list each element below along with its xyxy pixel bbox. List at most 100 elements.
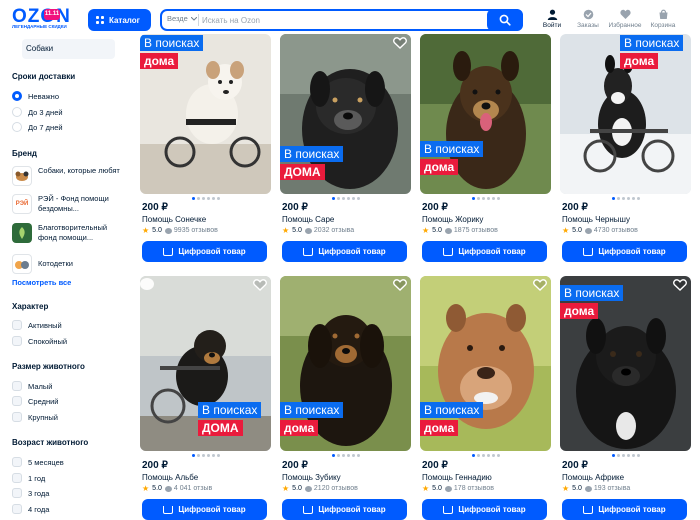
brand-item[interactable]: Котодетки (12, 254, 122, 274)
digital-product-button[interactable]: Цифровой товар (422, 241, 547, 262)
product-price: 200 ₽ (142, 202, 168, 213)
product-image[interactable]: В поисках дома (140, 34, 271, 194)
product-name[interactable]: Помощь Саре (282, 215, 334, 224)
character-option[interactable]: Активный (12, 320, 62, 330)
banner-line2: ДОМА (198, 420, 243, 436)
delivery-option-7days[interactable]: До 7 дней (12, 122, 63, 132)
reviews: 1875 отзывов (444, 227, 498, 234)
see-all-brands-link[interactable]: Посмотреть все (12, 278, 71, 287)
product-image[interactable]: В поисках дома (560, 276, 691, 451)
star-icon: ★ (562, 226, 570, 235)
search-button[interactable] (487, 9, 523, 31)
delivery-option-any[interactable]: Неважно (12, 91, 59, 101)
digital-product-button[interactable]: Цифровой товар (142, 499, 267, 520)
product-name[interactable]: Помощь Сонечке (142, 215, 206, 224)
heart-icon[interactable] (393, 279, 407, 291)
brand-item[interactable]: Собаки, которые любят (12, 166, 122, 186)
radio[interactable] (12, 122, 22, 132)
product-name[interactable]: Помощь Зубику (282, 473, 341, 482)
checkbox[interactable] (12, 457, 22, 467)
basket-icon (303, 505, 314, 514)
nav-orders[interactable]: Заказы (571, 9, 605, 29)
product-name[interactable]: Помощь Африке (562, 473, 624, 482)
logo-subtitle: ЛЕГЕНДАРНЫЕ СКИДКИ (12, 24, 67, 29)
product-image[interactable]: В поисках дома (420, 34, 551, 194)
product-image[interactable]: В поисках дома (280, 276, 411, 451)
banner-line2: дома (420, 420, 459, 436)
banner-line2: дома (280, 420, 319, 436)
product-image[interactable]: В поисках дома (560, 34, 691, 194)
product-name[interactable]: Помощь Жорику (422, 215, 483, 224)
heart-icon[interactable] (533, 279, 547, 291)
reviews-count: 2032 отзыва (313, 227, 355, 234)
checkbox[interactable] (12, 488, 22, 498)
nav-cart[interactable]: Корзина (646, 9, 680, 29)
digital-product-button[interactable]: Цифровой товар (422, 499, 547, 520)
age-option[interactable]: 1 год (12, 473, 45, 483)
age-option[interactable]: 3 года (12, 488, 49, 498)
search-scope-select[interactable]: Везде (167, 14, 197, 23)
character-option-label: Спокойный (28, 336, 68, 346)
reviews-count: 1875 отзывов (453, 227, 498, 234)
digital-product-button[interactable]: Цифровой товар (142, 241, 267, 262)
reviews: 178 отзывов (444, 485, 494, 492)
category-field[interactable]: Собаки (22, 39, 115, 59)
age-option-label: 3 года (28, 488, 50, 498)
brand-label: РЭЙ - Фонд помощи бездомны... (38, 194, 109, 213)
delivery-option-label: Неважно (28, 91, 59, 101)
checkbox[interactable] (12, 412, 22, 422)
image-carousel-dots (140, 197, 271, 201)
reviews: 2120 отзывов (304, 485, 358, 492)
checkbox[interactable] (12, 504, 22, 514)
checkbox[interactable] (12, 381, 22, 391)
search-input[interactable] (202, 12, 442, 28)
nav-favorites[interactable]: Избранное (608, 9, 642, 29)
reviews: 4 041 отзыв (164, 485, 212, 492)
product-image[interactable]: В поисках ДОМА (280, 34, 411, 194)
heart-icon[interactable] (673, 279, 687, 291)
checkbox[interactable] (12, 336, 22, 346)
size-option[interactable]: Малый (12, 381, 52, 391)
digital-product-button[interactable]: Цифровой товар (282, 499, 407, 520)
heart-icon[interactable] (253, 279, 267, 291)
chevron-down-icon (190, 16, 197, 21)
product-name[interactable]: Помощь Геннадию (422, 473, 492, 482)
size-option[interactable]: Крупный (12, 412, 58, 422)
catalog-button[interactable]: Каталог (88, 9, 151, 31)
nav-favorites-label: Избранное (608, 22, 642, 29)
checkbox[interactable] (12, 396, 22, 406)
comment-icon (304, 227, 312, 234)
comment-icon (584, 485, 592, 492)
age-option[interactable]: 5 месяцев (12, 457, 64, 467)
comment-icon (584, 227, 592, 234)
product-name[interactable]: Помощь Чернышу (562, 215, 630, 224)
character-option[interactable]: Спокойный (12, 336, 67, 346)
brand-item[interactable]: РЭЙ РЭЙ - Фонд помощи бездомны... (12, 194, 122, 214)
product-name[interactable]: Помощь Альбе (142, 473, 198, 482)
heart-icon[interactable] (393, 37, 407, 49)
digital-product-button[interactable]: Цифровой товар (282, 241, 407, 262)
search-icon (499, 14, 511, 26)
product-price: 200 ₽ (422, 202, 448, 213)
banner-line1: В поисках (198, 402, 262, 418)
delivery-option-3days[interactable]: До 3 дней (12, 107, 63, 117)
button-label: Цифровой товар (458, 505, 526, 514)
age-option[interactable]: 4 года (12, 504, 49, 514)
nav-login[interactable]: Войти (535, 9, 569, 29)
checkbox[interactable] (12, 473, 22, 483)
brand-item[interactable]: Благотворительный фонд помощи... (12, 223, 122, 243)
button-label: Цифровой товар (178, 247, 246, 256)
size-option[interactable]: Средний (12, 396, 59, 406)
brand-label: Благотворительный фонд помощи... (38, 223, 108, 242)
delivery-title: Сроки доставки (12, 72, 76, 81)
radio[interactable] (12, 107, 22, 117)
ozon-logo[interactable]: OZON 11.11 ЛЕГЕНДАРНЫЕ СКИДКИ (12, 6, 80, 32)
character-title: Характер (12, 302, 49, 311)
radio-selected[interactable] (12, 91, 22, 101)
digital-product-button[interactable]: Цифровой товар (562, 241, 687, 262)
digital-product-button[interactable]: Цифровой товар (562, 499, 687, 520)
basket-icon (163, 247, 174, 256)
checkbox[interactable] (12, 320, 22, 330)
product-image[interactable]: В поисках ДОМА (140, 276, 271, 451)
product-image[interactable]: В поисках дома (420, 276, 551, 451)
